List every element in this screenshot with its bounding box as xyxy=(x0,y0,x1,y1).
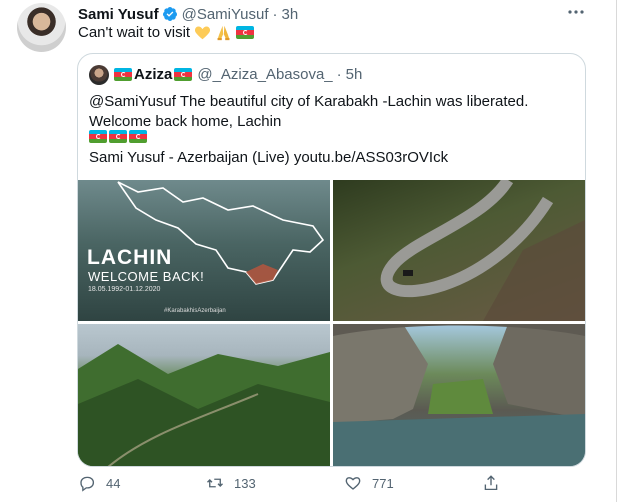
author-avatar[interactable] xyxy=(17,3,66,52)
yellow-heart-icon xyxy=(195,26,211,40)
azerbaijan-flag-icon xyxy=(174,68,193,81)
separator-dot: · xyxy=(336,66,342,83)
azerbaijan-flag-icon xyxy=(129,130,147,143)
azerbaijan-flag-icon xyxy=(114,68,132,81)
tweet-text: Can't wait to visit xyxy=(78,24,255,41)
reply-icon xyxy=(80,476,95,492)
tweet-time[interactable]: 3h xyxy=(282,6,299,23)
river-canyon-image[interactable] xyxy=(333,324,585,466)
azerbaijan-flag-icon xyxy=(236,26,255,39)
retweet-icon xyxy=(207,478,223,488)
retweet-button[interactable]: 133 xyxy=(206,474,256,492)
media-grid: LACHIN WELCOME BACK! 18.05.1992-01.12.20… xyxy=(78,180,585,466)
poster-dates: 18.05.1992-01.12.2020 xyxy=(88,286,161,293)
separator-dot: · xyxy=(272,5,278,23)
like-button[interactable]: 771 xyxy=(344,474,394,492)
azerbaijan-flag-icon xyxy=(89,130,107,143)
tweet-actions: 44 133 771 xyxy=(0,474,617,500)
green-valley-image[interactable] xyxy=(78,324,330,466)
tweet[interactable]: Sami Yusuf @SamiYusuf · 3h Can't wait to… xyxy=(0,0,617,502)
quoted-tweet[interactable]: Aziza @_Aziza_Abasova_ · 5h @SamiYusuf T… xyxy=(77,53,586,467)
quoted-tweet-time: 5h xyxy=(345,66,363,83)
reply-count: 44 xyxy=(106,475,121,491)
quoted-text-line-1: @SamiYusuf The beautiful city of Karabak… xyxy=(89,93,529,110)
hills-graphic xyxy=(78,344,330,466)
poster-hashtag: #KarabakhisAzerbaijan xyxy=(164,308,226,314)
winding-road-graphic xyxy=(380,180,585,321)
share-button[interactable] xyxy=(482,474,510,492)
quoted-author-avatar xyxy=(89,65,109,85)
quoted-tweet-text: @SamiYusuf The beautiful city of Karabak… xyxy=(89,92,579,131)
quoted-author-handle: @_Aziza_Abasova_ xyxy=(197,66,333,83)
quoted-author-name: Aziza xyxy=(134,66,173,83)
author-name[interactable]: Sami Yusuf xyxy=(78,6,159,23)
azerbaijan-flag-icon xyxy=(109,130,127,143)
mountain-road-image[interactable] xyxy=(333,180,585,321)
canyon-graphic xyxy=(333,324,585,466)
quoted-text-line-2: Welcome back home, Lachin xyxy=(89,112,282,130)
folded-hands-icon xyxy=(217,25,230,41)
like-count: 771 xyxy=(372,475,394,491)
heart-icon xyxy=(345,477,361,490)
poster-title: LACHIN xyxy=(87,246,173,269)
reply-button[interactable]: 44 xyxy=(78,474,120,492)
quoted-tweet-header: Aziza @_Aziza_Abasova_ · 5h xyxy=(114,66,362,83)
quoted-flags-row xyxy=(89,130,147,143)
author-handle[interactable]: @SamiYusuf xyxy=(182,6,269,23)
retweet-count: 133 xyxy=(234,475,256,491)
quoted-link-line: Sami Yusuf - Azerbaijan (Live) youtu.be/… xyxy=(89,149,449,166)
share-icon xyxy=(484,475,498,491)
tweet-text-content: Can't wait to visit xyxy=(78,24,191,41)
poster-subtitle: WELCOME BACK! xyxy=(88,269,205,284)
verified-badge-icon xyxy=(162,7,177,21)
tweet-header: Sami Yusuf @SamiYusuf · 3h xyxy=(78,4,298,24)
more-options-icon[interactable] xyxy=(566,4,586,20)
lachin-poster-image[interactable]: LACHIN WELCOME BACK! 18.05.1992-01.12.20… xyxy=(78,180,330,321)
